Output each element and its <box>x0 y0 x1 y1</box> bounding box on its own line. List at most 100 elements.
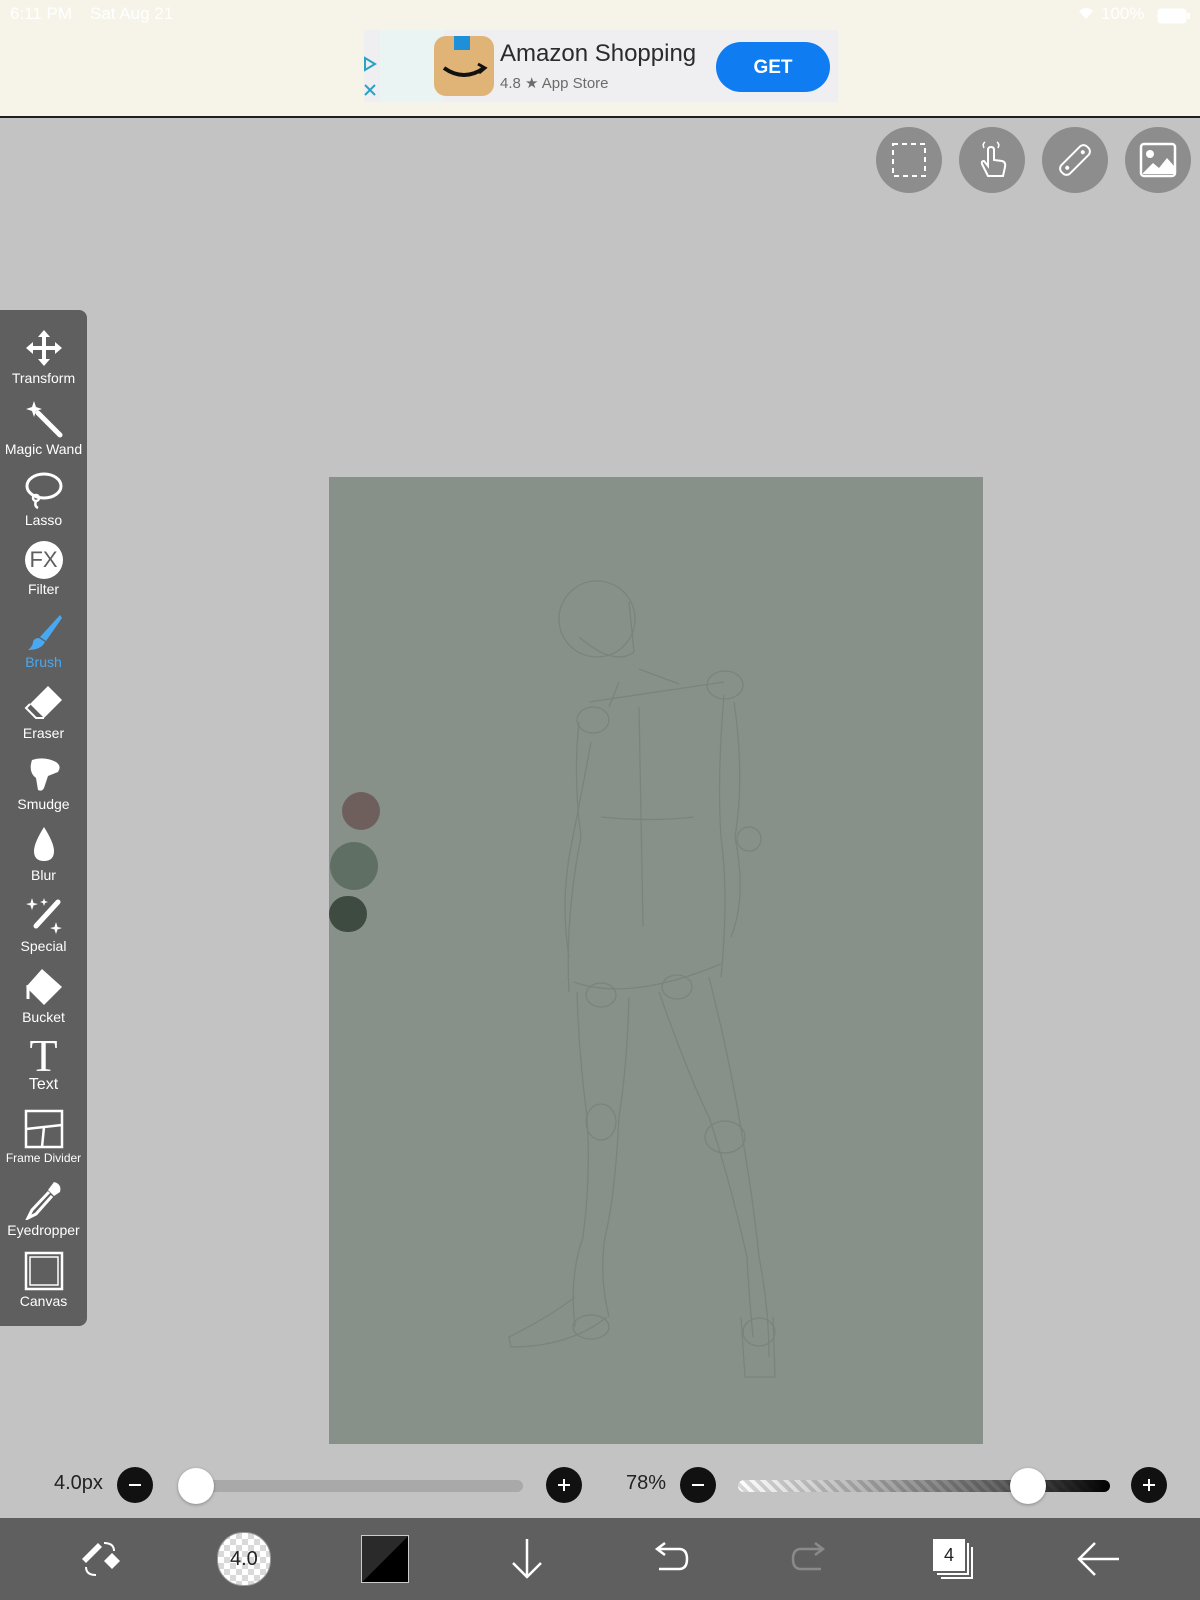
bottom-toolbar: 4.0 4 <box>0 1518 1200 1600</box>
brush-eraser-swap-icon <box>82 1542 120 1576</box>
status-date: Sat Aug 21 <box>90 4 174 23</box>
tool-label: Filter <box>27 581 60 597</box>
brush-size-slider[interactable] <box>178 1480 523 1492</box>
frame-divider-icon <box>24 1109 63 1149</box>
top-banner: 6:11 PM Sat Aug 21 100% Amazon Shopping … <box>0 0 1200 118</box>
brush-preview: 4.0 <box>217 1532 271 1586</box>
canvas-square-icon <box>24 1251 63 1291</box>
minus-icon <box>692 1484 704 1486</box>
palette-swatch[interactable] <box>329 896 367 932</box>
opacity-increase-button[interactable] <box>1131 1467 1167 1503</box>
plus-icon <box>1143 1479 1155 1491</box>
tool-smudge[interactable]: Smudge <box>0 748 87 819</box>
fx-icon: FX <box>24 541 63 579</box>
ad-get-button[interactable]: GET <box>716 42 830 92</box>
selection-button[interactable] <box>876 127 942 193</box>
close-icon[interactable] <box>362 82 378 103</box>
hand-gesture-icon <box>980 141 1007 177</box>
magic-wand-icon <box>25 401 62 438</box>
tool-label: Canvas <box>19 1293 68 1309</box>
plus-icon <box>558 1479 570 1491</box>
palette-swatch[interactable] <box>342 792 380 830</box>
tool-panel: Transform Magic Wand Lasso FX Filter Bru… <box>0 310 87 1326</box>
color-button[interactable] <box>360 1518 410 1600</box>
droplet-icon <box>33 827 54 861</box>
tool-special[interactable]: Special <box>0 890 87 961</box>
tool-frame-divider[interactable]: Frame Divider <box>0 1103 87 1174</box>
opacity-decrease-button[interactable] <box>680 1467 716 1503</box>
tool-eyedropper[interactable]: Eyedropper <box>0 1174 87 1245</box>
tool-canvas[interactable]: Canvas <box>0 1245 87 1316</box>
minus-icon <box>129 1484 141 1486</box>
figure-sketch <box>508 580 776 1378</box>
arrow-down-icon <box>512 1539 542 1579</box>
merge-down-button[interactable] <box>502 1518 552 1600</box>
bucket-icon <box>25 969 62 1005</box>
ad-title: Amazon Shopping <box>500 40 697 67</box>
text-t-icon: T <box>29 1030 58 1081</box>
tool-lasso[interactable]: Lasso <box>0 464 87 535</box>
ruler-button[interactable] <box>1042 127 1108 193</box>
redo-icon <box>791 1542 826 1571</box>
tool-label: Eyedropper <box>7 1222 80 1238</box>
eyedropper-icon <box>24 1182 60 1220</box>
tool-blur[interactable]: Blur <box>0 819 87 890</box>
ad-choices-icon[interactable] <box>362 56 378 77</box>
brush-size-thumb[interactable] <box>178 1468 214 1504</box>
arrow-left-icon <box>1077 1542 1119 1576</box>
redo-button[interactable] <box>786 1518 836 1600</box>
layers-icon: 4 <box>933 1539 973 1579</box>
brush-preview-size: 4.0 <box>230 1548 258 1570</box>
tool-label: Lasso <box>24 512 63 528</box>
layer-count: 4 <box>933 1539 965 1571</box>
tool-label: Special <box>20 938 67 954</box>
layers-button[interactable]: 4 <box>928 1518 978 1600</box>
brush-preview-button[interactable]: 4.0 <box>216 1518 272 1600</box>
ruler-icon <box>1059 144 1091 176</box>
tool-label: Bucket <box>22 1009 65 1025</box>
image-icon <box>1139 142 1177 178</box>
gesture-button[interactable] <box>959 127 1025 193</box>
wifi-icon <box>1078 4 1094 24</box>
battery-icon <box>1157 8 1191 29</box>
status-time: 6:11 PM <box>10 4 73 23</box>
tool-transform[interactable]: Transform <box>0 322 87 393</box>
tool-text[interactable]: T Text <box>0 1032 87 1103</box>
tool-brush[interactable]: Brush <box>0 606 87 677</box>
tool-label: Magic Wand <box>4 441 83 457</box>
battery-percent: 100% <box>1101 4 1145 23</box>
tool-bucket[interactable]: Bucket <box>0 961 87 1032</box>
image-button[interactable] <box>1125 127 1191 193</box>
tool-filter[interactable]: FX Filter <box>0 535 87 606</box>
brush-size-decrease-button[interactable] <box>117 1467 153 1503</box>
amazon-app-icon <box>434 36 494 96</box>
tool-label: Frame Divider <box>5 1151 82 1165</box>
tool-label: Eraser <box>22 725 65 741</box>
tool-label: Transform <box>11 370 76 386</box>
brush-icon <box>27 615 62 650</box>
opacity-value: 78% <box>626 1472 667 1494</box>
palette-swatch[interactable] <box>330 842 378 890</box>
back-button[interactable] <box>1070 1518 1126 1600</box>
smudge-finger-icon <box>30 758 60 791</box>
eraser-icon <box>24 686 62 719</box>
quick-switch-button[interactable] <box>70 1518 130 1600</box>
opacity-slider[interactable] <box>738 1480 1110 1492</box>
opacity-thumb[interactable] <box>1010 1468 1047 1504</box>
drawing-canvas[interactable] <box>329 477 983 1444</box>
ad-rating: 4.8 ★ App Store <box>500 75 609 92</box>
brush-size-value: 4.0px <box>54 1472 103 1494</box>
brush-size-increase-button[interactable] <box>546 1467 582 1503</box>
ad-banner[interactable]: Amazon Shopping 4.8 ★ App Store GET <box>364 30 838 102</box>
selection-icon <box>892 143 926 177</box>
tool-eraser[interactable]: Eraser <box>0 677 87 748</box>
move-arrows-icon <box>25 330 62 366</box>
sparkle-pen-icon <box>25 898 62 934</box>
tool-magic-wand[interactable]: Magic Wand <box>0 393 87 464</box>
undo-button[interactable] <box>644 1518 694 1600</box>
tool-label: Smudge <box>17 796 70 812</box>
tool-label: Blur <box>31 867 56 883</box>
current-color-swatch <box>361 1535 409 1583</box>
tool-label: Brush <box>25 654 62 670</box>
lasso-icon <box>25 472 62 510</box>
